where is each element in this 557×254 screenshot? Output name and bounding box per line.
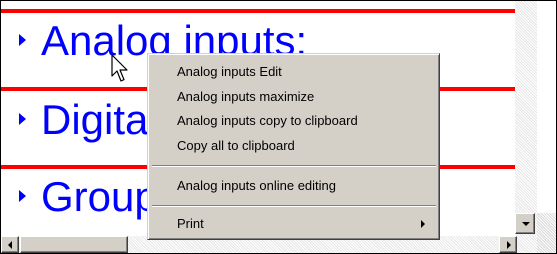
report-view-window: Analog inputs: Digital inputs: Group inf… [0, 0, 557, 254]
section-divider [1, 9, 515, 13]
chevron-right-icon [507, 241, 511, 249]
scroll-right-button[interactable] [499, 236, 517, 253]
chevron-down-icon [522, 222, 530, 226]
horizontal-scroll-thumb[interactable] [20, 236, 128, 253]
triangle-right-icon [19, 34, 26, 46]
menu-item-analog-inputs-copy[interactable]: Analog inputs copy to clipboard [151, 110, 437, 132]
menu-separator [152, 205, 436, 207]
scroll-down-button[interactable] [515, 213, 535, 234]
menu-item-online-editing[interactable]: Analog inputs online editing [151, 175, 437, 197]
vertical-scrollbar[interactable] [515, 1, 537, 236]
arrow-pointer-icon [111, 54, 128, 82]
menu-item-print[interactable]: Print [151, 213, 437, 235]
chevron-left-icon [8, 241, 12, 249]
menu-item-analog-inputs-edit[interactable]: Analog inputs Edit [151, 61, 437, 83]
scrollbar-corner [537, 213, 556, 253]
submenu-arrow-icon [421, 220, 425, 228]
menu-item-print-label: Print [177, 216, 204, 231]
menu-item-analog-inputs-maximize[interactable]: Analog inputs maximize [151, 86, 437, 108]
context-menu: Analog inputs Edit Analog inputs maximiz… [147, 53, 440, 240]
triangle-right-icon [19, 113, 26, 125]
menu-separator [152, 165, 436, 167]
triangle-right-icon [19, 190, 26, 202]
menu-item-copy-all[interactable]: Copy all to clipboard [151, 135, 437, 157]
scroll-left-button[interactable] [1, 236, 19, 253]
